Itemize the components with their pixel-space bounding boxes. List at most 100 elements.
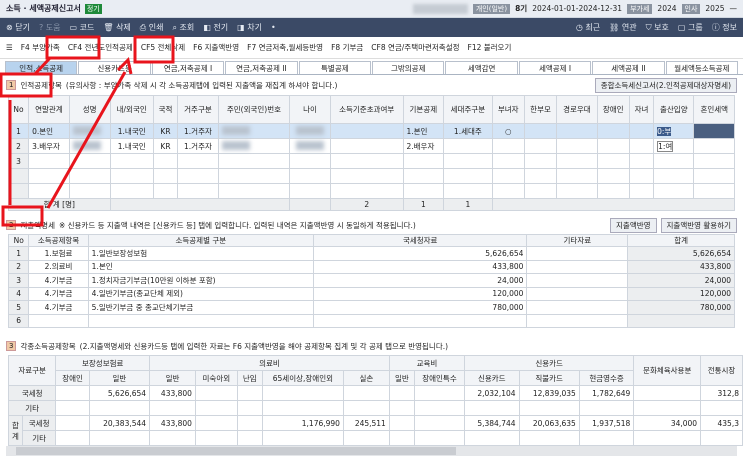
cell[interactable] bbox=[88, 430, 151, 446]
cell[interactable] bbox=[443, 153, 493, 169]
related-button[interactable]: ⛓ 연관 bbox=[609, 22, 636, 33]
cell[interactable]: 2,032,104 bbox=[464, 385, 520, 401]
cell[interactable] bbox=[177, 183, 219, 199]
cell[interactable]: 1 bbox=[7, 246, 30, 261]
help-button[interactable]: ? 도움 bbox=[39, 22, 61, 33]
next-button[interactable]: ◨ 차기 bbox=[237, 22, 262, 33]
table-row[interactable]: 5 4.기부금 5.일반기부금 중 종교단체기부금 780,000 780,000 bbox=[7, 300, 735, 315]
hr-year[interactable]: 2025 bbox=[705, 4, 724, 13]
tab-8[interactable]: 세액공제 II bbox=[592, 61, 665, 74]
cell[interactable]: 1.본인 bbox=[402, 123, 445, 139]
cell[interactable] bbox=[556, 123, 598, 139]
cell[interactable] bbox=[700, 430, 743, 446]
cell[interactable]: 5.일반기부금 중 종교단체기부금 bbox=[87, 300, 314, 315]
cell[interactable]: 2 bbox=[7, 138, 30, 154]
cell[interactable] bbox=[526, 246, 629, 261]
cell[interactable] bbox=[518, 430, 580, 446]
cell[interactable] bbox=[194, 430, 238, 446]
cell[interactable] bbox=[464, 430, 520, 446]
cell[interactable] bbox=[152, 153, 179, 169]
cell[interactable]: 6 bbox=[7, 313, 30, 328]
cell[interactable] bbox=[149, 430, 196, 446]
cell[interactable]: 1 bbox=[7, 123, 30, 139]
table-row[interactable]: 1 1.보험료 1.일반보장성보험 5,626,654 5,626,654 bbox=[7, 246, 735, 261]
tab-9[interactable]: 월세액등소득공제 bbox=[665, 61, 739, 74]
cell[interactable]: 1.거주자 bbox=[177, 138, 219, 154]
cell[interactable]: 0:부 bbox=[653, 123, 695, 139]
cell[interactable] bbox=[88, 400, 151, 416]
cell[interactable] bbox=[628, 168, 655, 184]
cell[interactable]: 2.배우자 bbox=[402, 138, 445, 154]
cell[interactable] bbox=[68, 153, 111, 169]
income-tax-report-button[interactable]: 종합소득세신고서(2.인적공제대상자명세) bbox=[594, 77, 737, 93]
cell[interactable] bbox=[526, 273, 629, 288]
cell[interactable] bbox=[388, 430, 415, 446]
fkey-cf5[interactable]: CF5 전체삭제 bbox=[141, 42, 185, 53]
cell[interactable] bbox=[556, 153, 598, 169]
table-row[interactable]: 4 4.기부금 4.일반기부금(종교단체 제외) 120,000 120,000 bbox=[7, 286, 735, 301]
cell[interactable] bbox=[236, 415, 263, 431]
cell[interactable] bbox=[217, 138, 291, 154]
fkey-cf8[interactable]: CF8 연금/주택마련저축설정 bbox=[371, 42, 459, 53]
cell[interactable] bbox=[109, 183, 154, 199]
cell[interactable]: 780,000 bbox=[312, 300, 528, 315]
code-button[interactable]: ▭ 코드 bbox=[70, 22, 95, 33]
cell[interactable] bbox=[149, 400, 196, 416]
cell[interactable] bbox=[28, 313, 89, 328]
cell[interactable] bbox=[523, 183, 558, 199]
cell[interactable] bbox=[177, 168, 219, 184]
apply-expense-button[interactable]: 지출액반영 bbox=[610, 217, 657, 233]
fkey-cf4[interactable]: CF4 전년도인적공제 bbox=[68, 42, 133, 53]
prev-button[interactable]: ◧ 전기 bbox=[203, 22, 228, 33]
cell[interactable]: 12,839,035 bbox=[518, 385, 580, 401]
cell[interactable] bbox=[556, 138, 598, 154]
tab-2[interactable]: 연금,저축공제 I bbox=[151, 61, 225, 74]
cell[interactable] bbox=[526, 286, 629, 301]
cell[interactable] bbox=[152, 183, 179, 199]
cell[interactable] bbox=[217, 123, 291, 139]
cell[interactable] bbox=[329, 183, 404, 199]
cell[interactable] bbox=[523, 153, 558, 169]
cell[interactable] bbox=[342, 430, 390, 446]
cell[interactable] bbox=[87, 313, 314, 328]
cell[interactable] bbox=[55, 385, 90, 401]
cell[interactable] bbox=[109, 153, 154, 169]
cell[interactable] bbox=[693, 153, 735, 169]
cell[interactable] bbox=[55, 400, 90, 416]
protect-button[interactable]: ⛉ 보호 bbox=[646, 22, 669, 33]
cell[interactable]: 5,626,654 bbox=[88, 385, 151, 401]
cell[interactable] bbox=[289, 123, 331, 139]
cell[interactable]: 5 bbox=[7, 300, 30, 315]
cell[interactable]: 4 bbox=[7, 286, 30, 301]
cell[interactable]: 1.정치자금기부금(10만원 이하분 포함) bbox=[87, 273, 314, 288]
cell[interactable]: 245,511 bbox=[342, 415, 390, 431]
table-row[interactable]: 1 0.본인 1.내국인 KR 1.거주자 1.본인 1.세대주 ○ 0:부 bbox=[7, 123, 735, 139]
cell[interactable]: 20,383,544 bbox=[88, 415, 151, 431]
delete-button[interactable]: 🗑 삭제 bbox=[103, 22, 130, 33]
cell[interactable] bbox=[177, 153, 219, 169]
cell[interactable] bbox=[7, 168, 30, 184]
cell[interactable] bbox=[289, 168, 331, 184]
table-row[interactable]: 2 2.의료비 1.본인 433,800 433,800 bbox=[7, 259, 735, 274]
cell[interactable] bbox=[289, 183, 331, 199]
cell[interactable] bbox=[402, 153, 445, 169]
cell[interactable] bbox=[217, 153, 291, 169]
cell[interactable] bbox=[596, 123, 630, 139]
cell[interactable] bbox=[68, 138, 111, 154]
cell[interactable]: 20,063,635 bbox=[518, 415, 580, 431]
cell[interactable] bbox=[491, 168, 525, 184]
cell[interactable] bbox=[653, 183, 695, 199]
horizontal-scrollbar[interactable] bbox=[6, 446, 737, 456]
tab-7[interactable]: 세액공제 I bbox=[518, 61, 592, 74]
cell[interactable] bbox=[194, 400, 238, 416]
close-button[interactable]: ⊗ 닫기 bbox=[6, 22, 30, 33]
cell[interactable] bbox=[413, 430, 466, 446]
tab-5[interactable]: 그밖의공제 bbox=[372, 61, 445, 74]
cell[interactable] bbox=[633, 385, 702, 401]
group-button[interactable]: ▢ 그룹 bbox=[678, 22, 703, 33]
cell[interactable] bbox=[342, 385, 390, 401]
cell[interactable] bbox=[236, 430, 263, 446]
cell[interactable]: 1.보험료 bbox=[28, 246, 89, 261]
cell[interactable] bbox=[28, 168, 70, 184]
cell[interactable] bbox=[628, 138, 655, 154]
